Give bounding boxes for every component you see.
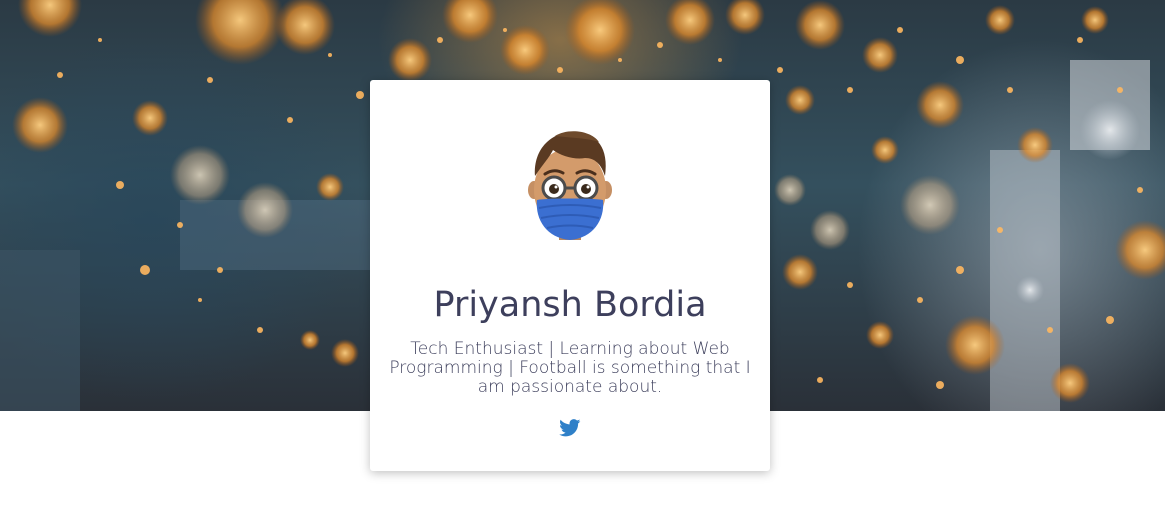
- profile-name: Priyansh Bordia: [433, 285, 707, 325]
- profile-page: Priyansh Bordia Tech Enthusiast | Learni…: [0, 0, 1165, 530]
- profile-bio: Tech Enthusiast | Learning about Web Pro…: [389, 339, 751, 397]
- twitter-icon[interactable]: [559, 419, 581, 437]
- memoji-avatar-icon: [528, 131, 612, 240]
- profile-card: Priyansh Bordia Tech Enthusiast | Learni…: [370, 80, 770, 471]
